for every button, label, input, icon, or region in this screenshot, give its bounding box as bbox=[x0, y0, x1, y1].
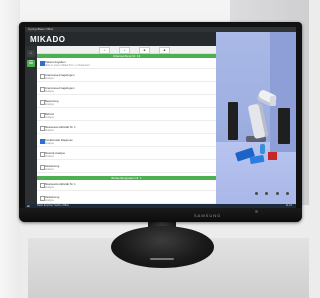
toolbar-button[interactable]: ■ bbox=[159, 47, 170, 54]
list-item[interactable]: Patient Angaben Alles in einem Ablauf Tex… bbox=[37, 59, 216, 69]
home-icon[interactable]: ⌂ bbox=[27, 50, 35, 57]
section-header[interactable]: Behandlungsplan Nr. 1 bbox=[37, 176, 216, 180]
list-item[interactable]: Zielsetzung Analyse bbox=[37, 194, 216, 204]
item-sublabel: Alles in einem Ablauf Text - in Dokument bbox=[45, 64, 90, 67]
section-header[interactable]: Untersuchung Nr. 13 bbox=[37, 54, 216, 58]
monitor-screen: KyokyoBase Office MIKADO Start Edit Tool… bbox=[25, 27, 296, 208]
section-title: Behandlungsplan Nr. 1 bbox=[111, 176, 142, 180]
toolbar-button[interactable]: ■ bbox=[139, 47, 150, 54]
main-content: + + ■ ■ Untersuchung Nr. 13 Patient Anga… bbox=[37, 46, 216, 204]
monitor-buttons bbox=[255, 182, 302, 218]
app-window: MIKADO Start Edit Tools Tools ⌂ ☰ + + ■ … bbox=[25, 32, 216, 204]
item-sublabel: Analyse bbox=[45, 168, 54, 171]
bezel-button[interactable] bbox=[286, 192, 290, 195]
stand-logo-mark bbox=[150, 258, 174, 260]
red-box bbox=[268, 152, 277, 160]
speaker-left bbox=[228, 102, 238, 140]
bezel-button[interactable] bbox=[265, 192, 269, 195]
item-sublabel: Analyse bbox=[45, 142, 54, 145]
power-button[interactable] bbox=[255, 210, 258, 213]
list-item[interactable]: Befund Analyse bbox=[37, 111, 216, 121]
sidebar: ⌂ ☰ bbox=[25, 46, 37, 204]
cylinder-object bbox=[260, 144, 265, 154]
list-item[interactable]: Anamnese-Fragebogen Analyse bbox=[37, 72, 216, 82]
section-title: Untersuchung Nr. 13 bbox=[112, 54, 141, 58]
bezel-button[interactable] bbox=[275, 192, 279, 195]
list-icon[interactable]: ☰ bbox=[27, 60, 35, 67]
item-sublabel: Analyse bbox=[45, 199, 54, 202]
item-sublabel: Analyse bbox=[45, 90, 54, 93]
list-item[interactable]: Funktionelle Diagnose Analyse bbox=[37, 137, 216, 147]
list-item[interactable]: Zielsetzung Analyse bbox=[37, 163, 216, 173]
item-sublabel: Analyse bbox=[45, 103, 54, 106]
item-sublabel: Analyse bbox=[45, 129, 54, 132]
add-button[interactable]: + bbox=[119, 47, 130, 54]
item-sublabel: Analyse bbox=[45, 155, 54, 158]
monitor: KyokyoBase Office MIKADO Start Edit Tool… bbox=[19, 22, 302, 222]
speaker-right bbox=[278, 108, 290, 144]
monitor-stand-base bbox=[111, 226, 214, 268]
list-item[interactable]: Bewertung Analyse bbox=[37, 98, 216, 108]
item-sublabel: Analyse bbox=[45, 116, 54, 119]
robot-body bbox=[247, 102, 269, 140]
3d-viewport[interactable] bbox=[216, 32, 296, 204]
app-logo: MIKADO bbox=[30, 35, 65, 44]
app-logo-text: MIKADO bbox=[30, 35, 66, 44]
bezel-button[interactable] bbox=[255, 192, 258, 195]
list-item[interactable]: Motorik-Analyse Analyse bbox=[37, 150, 216, 160]
robot-head bbox=[270, 96, 276, 106]
item-sublabel: Analyse bbox=[45, 186, 54, 189]
monitor-bezel-bottom: SAMSUNG bbox=[19, 192, 302, 222]
add-button[interactable]: + bbox=[99, 47, 110, 54]
list-item[interactable]: Anamnese-Fragebogen Analyse bbox=[37, 85, 216, 95]
list-item[interactable]: Messwerte Aktivität Nr. 1 Analyse bbox=[37, 181, 216, 191]
monitor-brand: SAMSUNG bbox=[194, 213, 222, 218]
background-left-wall bbox=[0, 0, 20, 298]
app-header: MIKADO Start Edit Tools Tools bbox=[25, 32, 216, 50]
item-sublabel: Analyse bbox=[45, 77, 54, 80]
toolbar: + + ■ ■ bbox=[37, 46, 216, 54]
list-item[interactable]: Messwerte Aktivität Nr. 1 Analyse bbox=[37, 124, 216, 134]
